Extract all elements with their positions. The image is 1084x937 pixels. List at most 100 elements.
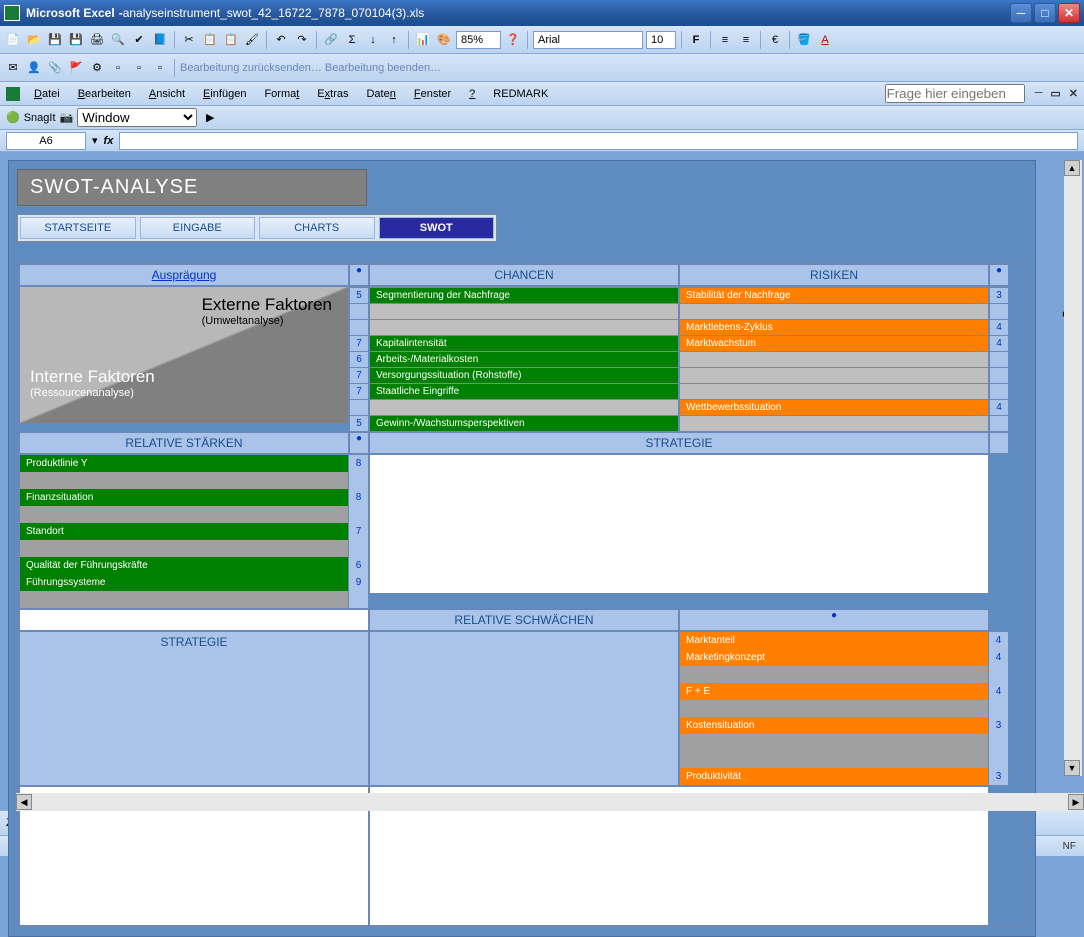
value-cell[interactable]	[988, 700, 1008, 717]
value-cell[interactable]: 3	[990, 287, 1008, 303]
save-icon[interactable]: 💾	[46, 31, 64, 49]
data-cell[interactable]	[680, 415, 988, 431]
fx-icon[interactable]: fx	[104, 135, 114, 147]
data-cell[interactable]: Kostensituation	[680, 717, 988, 734]
data-cell[interactable]: Wettbewerbssituation	[680, 399, 988, 415]
data-cell[interactable]	[20, 506, 348, 523]
value-cell[interactable]: 4	[988, 632, 1008, 649]
data-cell[interactable]: Staatliche Eingriffe	[370, 383, 678, 399]
font-color-icon[interactable]: A	[816, 31, 834, 49]
value-cell[interactable]	[348, 506, 368, 523]
data-cell[interactable]	[680, 303, 988, 319]
data-cell[interactable]	[370, 399, 678, 415]
value-cell[interactable]: 3	[988, 768, 1008, 785]
value-cell[interactable]	[990, 351, 1008, 367]
value-cell[interactable]: 4	[990, 335, 1008, 351]
currency-icon[interactable]: €	[766, 31, 784, 49]
snagit-go-icon[interactable]: ▶	[201, 109, 219, 127]
data-cell[interactable]: Versorgungssituation (Rohstoffe)	[370, 367, 678, 383]
open-icon[interactable]: 📂	[25, 31, 43, 49]
value-cell[interactable]: 4	[990, 399, 1008, 415]
spellcheck-icon[interactable]: ✔	[130, 31, 148, 49]
data-cell[interactable]: Marktwachstum	[680, 335, 988, 351]
data-cell[interactable]: Finanzsituation	[20, 489, 348, 506]
value-cell[interactable]	[350, 303, 368, 319]
value-cell[interactable]: 8	[348, 489, 368, 506]
undo-icon[interactable]: ↶	[272, 31, 290, 49]
snagit-mode-select[interactable]: Window	[77, 108, 197, 127]
tab-eingabe[interactable]: EINGABE	[140, 217, 256, 239]
formula-input[interactable]	[119, 132, 1078, 150]
data-cell[interactable]	[680, 351, 988, 367]
data-cell[interactable]	[20, 540, 348, 557]
data-cell[interactable]: Gewinn-/Wachstumsperspektiven	[370, 415, 678, 431]
data-cell[interactable]	[680, 666, 988, 683]
value-cell[interactable]: 6	[348, 557, 368, 574]
misc3-icon[interactable]: ▫	[151, 59, 169, 77]
autosum-icon[interactable]: Σ	[343, 31, 361, 49]
value-cell[interactable]: 3	[988, 717, 1008, 734]
font-size-input[interactable]	[646, 31, 676, 49]
help-icon[interactable]: ❓	[504, 31, 522, 49]
vertical-scrollbar[interactable]: ▲ ▼	[1064, 160, 1082, 776]
edit-return-label[interactable]: Bearbeitung zurücksenden…	[180, 62, 322, 74]
header-auspraegung[interactable]: Ausprägung	[19, 264, 349, 286]
data-cell[interactable]	[20, 472, 348, 489]
data-cell[interactable]: Führungssysteme	[20, 574, 348, 591]
menu-bearbeiten[interactable]: Bearbeiten	[70, 86, 139, 102]
snagit-label[interactable]: SnagIt	[24, 112, 56, 124]
scroll-up-icon[interactable]: ▲	[1064, 160, 1080, 176]
doc-close-icon[interactable]: ✕	[1069, 87, 1078, 100]
data-cell[interactable]: Qualität der Führungskräfte	[20, 557, 348, 574]
cut-icon[interactable]: ✂	[180, 31, 198, 49]
maximize-button[interactable]: □	[1034, 3, 1056, 23]
doc-restore-icon[interactable]: ▭	[1050, 87, 1060, 100]
fill-color-icon[interactable]: 🪣	[795, 31, 813, 49]
flag-icon[interactable]: 🚩	[67, 59, 85, 77]
value-cell[interactable]: 6	[350, 351, 368, 367]
data-cell[interactable]: Segmentierung der Nachfrage	[370, 287, 678, 303]
tab-startseite[interactable]: STARTSEITE	[20, 217, 136, 239]
tab-swot[interactable]: SWOT	[379, 217, 495, 239]
sort-desc-icon[interactable]: ↑	[385, 31, 403, 49]
name-box[interactable]: A6	[6, 132, 86, 150]
data-cell[interactable]: Marktanteil	[680, 632, 988, 649]
horizontal-scrollbar[interactable]: ◀ ▶	[16, 793, 1084, 811]
value-cell[interactable]	[990, 367, 1008, 383]
data-cell[interactable]	[680, 367, 988, 383]
chart-icon[interactable]: 📊	[414, 31, 432, 49]
menu-format[interactable]: Format	[256, 86, 307, 102]
save-all-icon[interactable]: 💾	[67, 31, 85, 49]
menu-fenster[interactable]: Fenster	[406, 86, 459, 102]
mail-icon[interactable]: ✉	[4, 59, 22, 77]
format-painter-icon[interactable]: 🖌	[243, 31, 261, 49]
value-cell[interactable]	[988, 734, 1008, 751]
value-cell[interactable]: 7	[348, 523, 368, 540]
scroll-down-icon[interactable]: ▼	[1064, 760, 1080, 776]
research-icon[interactable]: 📘	[151, 31, 169, 49]
data-cell[interactable]	[20, 591, 348, 608]
value-cell[interactable]	[988, 666, 1008, 683]
misc1-icon[interactable]: ▫	[109, 59, 127, 77]
scroll-right-icon[interactable]: ▶	[1068, 794, 1084, 810]
data-cell[interactable]: Produktlinie Y	[20, 455, 348, 472]
new-icon[interactable]: 📄	[4, 31, 22, 49]
menu-datei[interactable]: Datei	[26, 86, 68, 102]
data-cell[interactable]: Stabilität der Nachfrage	[680, 287, 988, 303]
menu-redmark[interactable]: REDMARK	[485, 86, 556, 102]
menu-daten[interactable]: Daten	[358, 86, 403, 102]
value-cell[interactable]: 8	[348, 455, 368, 472]
value-cell[interactable]: 7	[350, 367, 368, 383]
tab-charts[interactable]: CHARTS	[259, 217, 375, 239]
data-cell[interactable]: F + E	[680, 683, 988, 700]
misc2-icon[interactable]: ▫	[130, 59, 148, 77]
namebox-dropdown-icon[interactable]: ▾	[92, 134, 98, 147]
value-cell[interactable]	[348, 540, 368, 557]
redo-icon[interactable]: ↷	[293, 31, 311, 49]
value-cell[interactable]	[990, 303, 1008, 319]
strategy-box-2[interactable]	[19, 609, 369, 631]
data-cell[interactable]	[680, 700, 988, 717]
value-cell[interactable]	[350, 319, 368, 335]
data-cell[interactable]: Produktivität	[680, 768, 988, 785]
value-cell[interactable]	[988, 751, 1008, 768]
